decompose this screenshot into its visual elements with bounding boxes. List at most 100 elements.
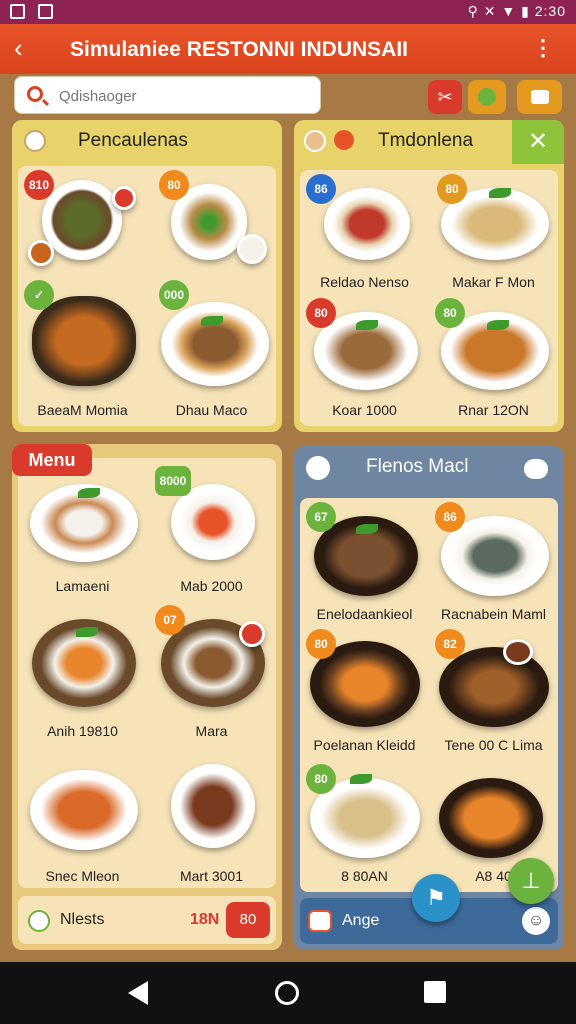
menu-footer: Nlests 18N 80 (18, 896, 276, 944)
price-badge: 07 (155, 605, 185, 635)
food-item[interactable]: 80 Makar F Mon (429, 170, 558, 298)
food-item[interactable]: 810 (18, 166, 147, 276)
food-image (439, 647, 549, 727)
price-badge: 86 (435, 502, 465, 532)
food-item[interactable]: 8000 Mab 2000 (147, 458, 276, 601)
close-icon[interactable]: ✕ (512, 120, 564, 164)
food-item[interactable]: Lamaeni (18, 458, 147, 601)
location-fab[interactable]: ⚑ (412, 874, 460, 922)
status-time: 2:30 (534, 3, 566, 19)
price-badge: 67 (306, 502, 336, 532)
food-caption: Mara (195, 723, 228, 739)
food-item[interactable]: 82 Tene 00 C Lima (429, 629, 558, 760)
garnish-leaf (487, 320, 509, 330)
cart-button[interactable] (517, 80, 562, 114)
food-image (171, 764, 255, 848)
bag-icon (530, 90, 549, 104)
sauce-image (237, 234, 267, 264)
panel-header: Flenos Macl (294, 446, 564, 492)
location-icon: ⚲ (467, 3, 479, 19)
food-item[interactable]: 07 Mara (147, 601, 276, 744)
food-caption: Koar 1000 (332, 402, 397, 418)
notification-icon (10, 4, 25, 19)
sauce-image (503, 639, 533, 665)
add-fab[interactable]: ⊥ (508, 858, 554, 904)
nav-back-icon[interactable] (128, 981, 148, 1005)
food-caption: BaeaM Momia (37, 402, 128, 418)
panel-header: Pencaulenas (12, 120, 282, 160)
panel-pencaulenas: Pencaulenas 810 80 ✓ BaeaM Momia 000 Dha… (12, 120, 282, 432)
food-caption: 8 80AN (341, 868, 388, 884)
status-bar: ⚲ ✕ ▼ ▮ 2:30 (0, 0, 576, 24)
search-bar[interactable] (14, 76, 321, 114)
panel-content: Lamaeni 8000 Mab 2000 Anih 19810 07 Mara… (18, 458, 276, 888)
toggle-icon[interactable] (524, 459, 548, 479)
nav-recents-icon[interactable] (424, 981, 446, 1003)
food-item[interactable]: Snec Mleon (18, 744, 147, 888)
food-item[interactable]: 80 (147, 166, 276, 276)
wifi-icon: ▼ (501, 3, 517, 19)
food-item[interactable]: Mart 3001 (147, 744, 276, 888)
food-image (32, 296, 136, 386)
panel-title: Flenos Macl (366, 456, 469, 477)
panel-content: 67 Enelodaankieol 86 Racnabein Maml 80 P… (300, 498, 558, 892)
image-notification-icon (38, 4, 53, 19)
food-item[interactable]: 80 Poelanan Kleidd (300, 629, 429, 760)
leaf-filter-button[interactable] (468, 80, 506, 114)
food-image (161, 302, 269, 386)
smiley-icon[interactable]: ☺ (522, 907, 550, 935)
price-badge: 82 (435, 629, 465, 659)
tools-icon[interactable]: ✂ (428, 80, 462, 114)
app-title: Simulaniee RESTONNI INDUNSAII (70, 38, 409, 61)
food-caption: Mart 3001 (179, 868, 244, 884)
food-item[interactable]: 80 8 80AN (300, 760, 429, 892)
garnish-leaf (78, 488, 100, 498)
food-caption: Lamaeni (55, 578, 110, 594)
app-bar: ‹ Simulaniee RESTONNI INDUNSAII ⋮ (0, 24, 576, 74)
food-item[interactable]: 86 Racnabein Maml (429, 498, 558, 629)
food-item[interactable]: 000 Dhau Maco (147, 276, 276, 426)
panel-flenos-macl: Flenos Macl 67 Enelodaankieol 86 Racnabe… (294, 446, 564, 950)
signal-off-icon: ✕ (483, 3, 497, 19)
chef-avatar (304, 130, 326, 152)
price-badge: 80 (306, 298, 336, 328)
food-image (30, 770, 138, 850)
food-item[interactable]: Anih 19810 (18, 601, 147, 744)
food-item[interactable]: 67 Enelodaankieol (300, 498, 429, 629)
price-badge: 8000 (155, 466, 191, 496)
search-icon (27, 86, 43, 102)
food-caption: Mab 2000 (180, 578, 243, 594)
search-row: ✂ (0, 74, 576, 118)
garnish-leaf (356, 320, 378, 330)
garnish-leaf (76, 627, 98, 637)
add-to-cart-button[interactable]: 80 (226, 902, 270, 938)
food-image (42, 180, 122, 260)
sauce-image (28, 240, 54, 266)
price-badge: 80 (159, 170, 189, 200)
footer-price: 18N (190, 911, 220, 928)
panel-tmdonlena: Tmdonlena ✕ 86 Reldao Nenso 80 Makar F M… (294, 120, 564, 432)
garnish-leaf (350, 774, 372, 784)
food-item[interactable]: ✓ BaeaM Momia (18, 276, 147, 426)
food-item[interactable]: 80 Koar 1000 (300, 298, 429, 426)
more-options-icon[interactable]: ⋮ (532, 36, 554, 60)
food-caption: Anih 19810 (47, 723, 118, 739)
food-caption: Dhau Maco (175, 402, 248, 418)
bowl-icon (24, 130, 46, 152)
price-badge: 80 (435, 298, 465, 328)
footer-label: Nlests (60, 911, 105, 928)
search-input[interactable] (59, 85, 309, 107)
panel-title: Pencaulenas (78, 130, 188, 151)
food-item[interactable]: 86 Reldao Nenso (300, 170, 429, 298)
garnish-leaf (356, 524, 378, 534)
food-image (439, 778, 543, 858)
leaf-icon (28, 910, 50, 932)
food-item[interactable]: 80 Rnar 12ON (429, 298, 558, 426)
price-badge: 80 (437, 174, 467, 204)
food-caption: Tene 00 C Lima (444, 737, 543, 753)
back-arrow-icon[interactable]: ‹ (14, 34, 23, 62)
nav-home-icon[interactable] (275, 981, 299, 1005)
food-caption: Reldao Nenso (320, 274, 409, 290)
price-badge: 80 (306, 764, 336, 794)
price-badge: 86 (306, 174, 336, 204)
